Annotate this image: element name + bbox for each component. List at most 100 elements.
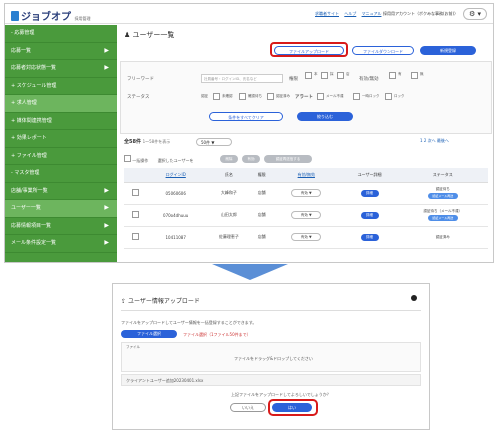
- alert-checkbox[interactable]: [317, 93, 324, 100]
- resend-button[interactable]: 認証メール再送: [427, 215, 458, 221]
- header-link[interactable]: 求職者サイト: [315, 11, 339, 16]
- enable-option: 無: [420, 72, 424, 76]
- freeword-input[interactable]: 社員番号・ログインID、氏名など: [201, 74, 283, 83]
- file-download-button[interactable]: ファイルダウンロード: [352, 46, 414, 55]
- user-name: 佐藤理恵子: [205, 226, 253, 249]
- new-register-button[interactable]: 新規登録: [420, 46, 476, 55]
- dropzone-label: ファイルをドラッグ&ドロップしてください: [234, 356, 313, 361]
- header-cell: ユーザー詳細: [341, 168, 398, 183]
- auth-option: 本: [314, 72, 318, 76]
- enable-checkbox[interactable]: [389, 72, 396, 79]
- close-icon[interactable]: [411, 295, 417, 301]
- select-all-checkbox[interactable]: [124, 155, 131, 162]
- divider: [121, 310, 421, 311]
- user-auth: 店舗: [252, 182, 272, 205]
- sidebar-item[interactable]: - 応募管理: [5, 25, 117, 43]
- row-checkbox[interactable]: [131, 211, 139, 218]
- table-row: 05060606 大峰和子 店舗 有効 ▼ 詳細 認証待ち 認証メール再送: [124, 182, 488, 205]
- header-link[interactable]: マニュアル: [362, 11, 382, 16]
- enable-label: 有効/無効: [359, 77, 379, 82]
- sidebar-item[interactable]: - マスタ管理: [5, 165, 117, 183]
- sidebar-item-users[interactable]: ユーザー一覧 ▶: [5, 200, 117, 218]
- auth-checkbox[interactable]: [337, 72, 344, 79]
- user-name: 山田太郎: [205, 204, 253, 227]
- user-table: ログインID 氏名 権限 有効/無効 ユーザー詳細 ステータス 05060606…: [124, 168, 488, 249]
- auth-option: 店: [346, 72, 350, 76]
- status-text: 認証済み: [435, 234, 450, 239]
- sidebar: - 応募管理 応募一覧 ▶ 応募者対応状態一覧 ▶ + スケジュール管理 + 求人管…: [5, 25, 117, 262]
- detail-button[interactable]: 詳細: [360, 233, 379, 241]
- sidebar-item[interactable]: 応募一覧 ▶: [5, 43, 117, 60]
- freeword-label: フリーワード: [127, 77, 154, 82]
- login-id: 10411087: [146, 226, 206, 249]
- header-link[interactable]: ヘルプ: [344, 11, 356, 16]
- table-row: 10411087 佐藤理恵子 店舗 有効 ▼ 詳細 認証済み: [124, 226, 488, 249]
- file-note: ファイル選択（1ファイル50件まで）: [183, 332, 251, 337]
- clear-conditions-button[interactable]: 条件をすべてクリア: [209, 112, 283, 121]
- bulk-delete-button[interactable]: 削除: [220, 155, 238, 163]
- table-header: ログインID 氏名 権限 有効/無効 ユーザー詳細 ステータス: [124, 168, 488, 183]
- alert-label: アラート: [295, 95, 313, 100]
- status-option: 認証済み: [276, 94, 290, 98]
- alert-checkbox[interactable]: [385, 93, 392, 100]
- result-count: 全58件 1〜58件を表示: [124, 139, 171, 145]
- status-checkbox[interactable]: [239, 93, 246, 100]
- status-option: 認証: [201, 94, 208, 98]
- alert-option: 一時ロック: [362, 94, 380, 98]
- sidebar-item[interactable]: + 求人管理: [5, 95, 117, 113]
- detail-button[interactable]: 詳細: [360, 211, 379, 219]
- header-cell[interactable]: ログインID: [146, 168, 206, 183]
- header-cell: [124, 168, 146, 183]
- gear-icon[interactable]: ⚙ ▾: [463, 8, 487, 20]
- header-cell: 権限: [252, 168, 272, 183]
- file-select-button[interactable]: ファイル選択: [121, 330, 177, 338]
- auth-checkbox[interactable]: [305, 72, 312, 79]
- header-cell[interactable]: 有効/無効: [271, 168, 342, 183]
- apply-filter-button[interactable]: 絞り込む: [297, 112, 353, 121]
- sidebar-item[interactable]: 応募者対応状態一覧 ▶: [5, 60, 117, 78]
- resend-button[interactable]: 認証メール再送: [427, 193, 458, 199]
- sidebar-item[interactable]: + 媒体間連携管理: [5, 113, 117, 130]
- enabled-select[interactable]: 有効 ▼: [291, 211, 322, 219]
- upload-modal: ⇪ ユーザー情報アップロード ファイルをアップロードしてユーザー情報を一括登録す…: [112, 283, 430, 430]
- user-auth: 店舗: [252, 226, 272, 249]
- modal-description: ファイルをアップロードしてユーザー情報を一括登録することができます。: [121, 320, 257, 325]
- alert-checkbox[interactable]: [353, 93, 360, 100]
- status-option: 未確認: [222, 94, 233, 98]
- sidebar-item[interactable]: メール条件設定一覧 ▶: [5, 235, 117, 253]
- table-row: 070o4dhuuu 山田太郎 店舗 有効 ▼ 詳細 認証待ち（メール不達） 認証…: [124, 204, 488, 227]
- row-checkbox[interactable]: [131, 189, 139, 196]
- user-name: 大峰和子: [205, 182, 253, 205]
- auth-option: 採: [330, 72, 334, 76]
- sidebar-item[interactable]: + スケジュール管理: [5, 78, 117, 95]
- yes-button[interactable]: はい: [272, 403, 312, 412]
- auth-label: 権限: [289, 77, 298, 82]
- sidebar-item[interactable]: + ファイル管理: [5, 148, 117, 165]
- logo: ジョブオプ 採用管理: [11, 8, 90, 23]
- sidebar-item[interactable]: 応募情報項目一覧 ▶: [5, 218, 117, 235]
- bulk-enable-button[interactable]: 有効: [242, 155, 260, 163]
- alert-option: メール不達: [326, 94, 344, 98]
- detail-button[interactable]: 詳細: [360, 189, 379, 197]
- main-content: ♟ ユーザー一覧 ファイルアップロード ファイルダウンロード 新規登録 フリーワ…: [120, 25, 492, 262]
- enabled-select[interactable]: 有効 ▼: [291, 233, 322, 241]
- pagination[interactable]: 1 2 次へ 最後へ: [420, 138, 449, 144]
- page-title: ♟ ユーザー一覧: [124, 31, 175, 39]
- status-label: ステータス: [127, 95, 150, 100]
- no-button[interactable]: いいえ: [230, 403, 266, 412]
- auth-checkbox[interactable]: [321, 72, 328, 79]
- top-bar: ジョブオプ 採用管理 求職者サイト ヘルプ マニュアル 採用用アカウント（ボクみ…: [5, 4, 493, 24]
- per-page-select[interactable]: 50件 ▼: [196, 138, 232, 146]
- sidebar-item[interactable]: + 効果レポート: [5, 130, 117, 148]
- bulk-resend-button[interactable]: 認証再送信する: [264, 155, 312, 163]
- enabled-select[interactable]: 有効 ▼: [291, 189, 322, 197]
- dropzone[interactable]: ファイル ファイルをドラッグ&ドロップしてください: [121, 342, 421, 372]
- status-text: 認証待ち: [435, 187, 450, 191]
- sidebar-item[interactable]: 店舗/事業所一覧 ▶: [5, 183, 117, 200]
- upload-icon: ⇪: [121, 298, 127, 305]
- disable-checkbox[interactable]: [411, 72, 418, 79]
- status-checkbox[interactable]: [267, 93, 274, 100]
- row-checkbox[interactable]: [131, 233, 139, 240]
- login-id: 070o4dhuuu: [146, 204, 206, 227]
- status-checkbox[interactable]: [213, 93, 220, 100]
